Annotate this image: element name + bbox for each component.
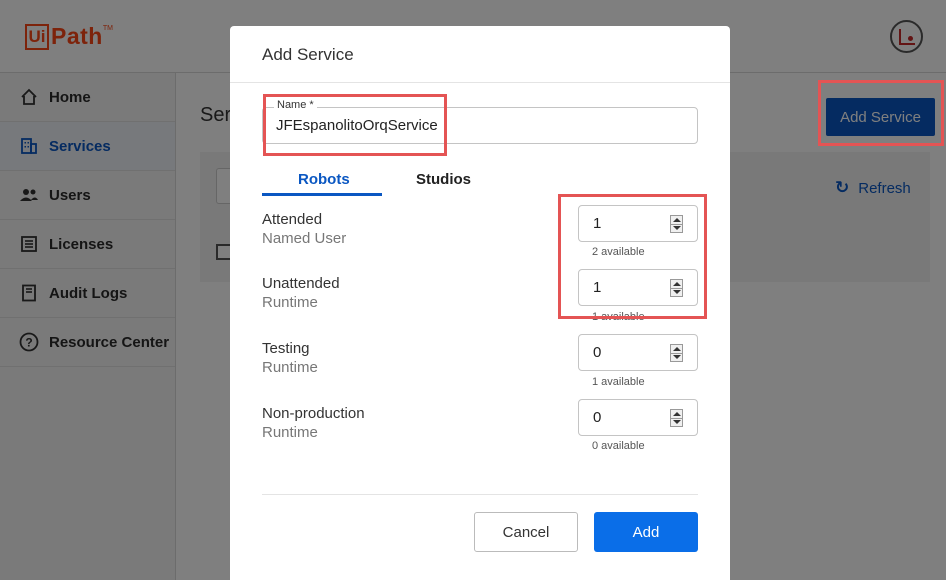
row-label-attended: Attended	[262, 211, 323, 228]
stepper-value: 0	[593, 409, 602, 426]
available-count: 0 available	[592, 440, 645, 452]
non-production-quantity-stepper[interactable]: 0	[578, 399, 698, 436]
stepper-value: 0	[593, 344, 602, 361]
available-count: 1 available	[592, 376, 645, 388]
highlight-name-field	[263, 94, 447, 156]
row-label-non-production: Non-production	[262, 405, 365, 422]
spin-arrows-icon[interactable]	[670, 344, 683, 362]
cancel-button[interactable]: Cancel	[474, 512, 578, 552]
row-label-unattended: Unattended	[262, 275, 340, 292]
divider	[230, 82, 730, 83]
row-sub-testing: Runtime	[262, 359, 318, 376]
row-sub-unattended: Runtime	[262, 294, 318, 311]
add-button[interactable]: Add	[594, 512, 698, 552]
row-sub-non-production: Runtime	[262, 424, 318, 441]
spin-arrows-icon[interactable]	[670, 409, 683, 427]
highlight-steppers	[558, 194, 707, 319]
row-label-testing: Testing	[262, 340, 310, 357]
tab-indicator	[262, 193, 382, 196]
footer-divider	[262, 494, 698, 495]
dialog-title: Add Service	[262, 45, 354, 64]
tab-robots[interactable]: Robots	[298, 171, 350, 188]
testing-quantity-stepper[interactable]: 0	[578, 334, 698, 371]
row-sub-attended: Named User	[262, 230, 347, 247]
tab-studios[interactable]: Studios	[416, 171, 471, 188]
highlight-add-service	[818, 80, 944, 146]
